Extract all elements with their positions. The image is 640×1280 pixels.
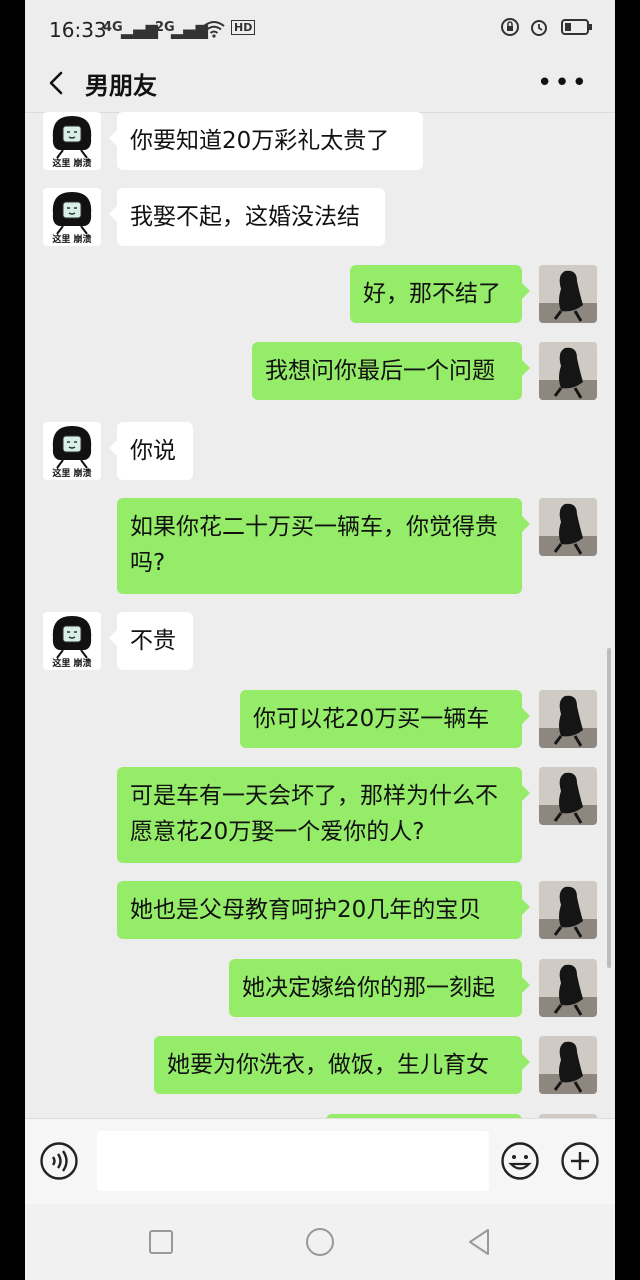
chat-title: 男朋友	[85, 72, 157, 100]
back-arrow-icon[interactable]	[39, 66, 73, 100]
alarm-icon	[531, 20, 548, 36]
status-bar: 16:33 4G ▂▄▆ 2G ▂▄▆ HD	[25, 0, 615, 58]
girl-silhouette-avatar-icon	[539, 881, 597, 939]
chat-header: 男朋友 •••	[25, 58, 615, 113]
message-input[interactable]	[97, 1131, 489, 1191]
message-list[interactable]: 这里 崩溃 你要知道20万彩礼太贵了 这里 崩溃 我娶不起，这婚没法结 好，那不结了 我想…	[25, 112, 615, 1118]
battery-icon	[561, 19, 592, 35]
self-avatar[interactable]	[539, 690, 597, 748]
status-right-icons	[500, 16, 593, 37]
voice-icon[interactable]	[39, 1141, 79, 1181]
outgoing-message-bubble[interactable]: 她也是父母教育呵护20几年的宝贝	[117, 881, 530, 939]
emoji-icon[interactable]	[500, 1141, 540, 1181]
outgoing-message-bubble[interactable]: 如果你花二十万买一辆车，你觉得贵 吗?	[117, 498, 530, 594]
self-avatar[interactable]	[539, 959, 597, 1017]
signal-4g-label: 4G	[103, 20, 123, 35]
self-avatar[interactable]	[539, 265, 597, 323]
avatar-caption: 这里 崩溃	[52, 659, 92, 669]
contact-avatar[interactable]: 这里 崩溃	[43, 612, 101, 670]
avatar-caption: 这里 崩溃	[52, 159, 92, 169]
signal-bars-icon: ▂▄▆	[121, 20, 158, 39]
contact-avatar[interactable]: 这里 崩溃	[43, 422, 101, 480]
self-avatar[interactable]	[539, 881, 597, 939]
phone-screen: 16:33 4G ▂▄▆ 2G ▂▄▆ HD 男朋友 ••• 这里 崩溃 你要知…	[25, 0, 615, 1280]
status-time: 16:33	[49, 18, 107, 42]
girl-silhouette-avatar-icon	[539, 767, 597, 825]
input-bar	[25, 1118, 615, 1205]
contact-avatar[interactable]: 这里 崩溃	[43, 188, 101, 246]
self-avatar[interactable]	[539, 1036, 597, 1094]
incoming-message-bubble[interactable]: 我娶不起，这婚没法结	[109, 188, 385, 246]
home-icon[interactable]	[302, 1224, 338, 1260]
lock-rotation-icon	[500, 18, 519, 36]
girl-silhouette-avatar-icon	[539, 498, 597, 556]
hd-badge: HD	[231, 20, 256, 35]
girl-silhouette-avatar-icon	[539, 342, 597, 400]
outgoing-message-bubble[interactable]: 她要为你洗衣，做饭，生儿育女	[154, 1036, 530, 1094]
outgoing-message-bubble[interactable]: 她决定嫁给你的那一刻起	[229, 959, 530, 1017]
scrollbar[interactable]	[607, 648, 611, 968]
system-navigation-bar	[25, 1204, 615, 1280]
nav-back-icon[interactable]	[461, 1224, 497, 1260]
outgoing-message-bubble[interactable]: 好，那不结了	[350, 265, 530, 323]
self-avatar[interactable]	[539, 767, 597, 825]
incoming-message-bubble[interactable]: 不贵	[109, 612, 193, 670]
more-icon[interactable]: •••	[537, 68, 589, 98]
wifi-icon	[203, 21, 225, 38]
outgoing-message-bubble[interactable]: 你可以花20万买一辆车	[240, 690, 530, 748]
girl-silhouette-avatar-icon	[539, 265, 597, 323]
girl-silhouette-avatar-icon	[539, 1036, 597, 1094]
incoming-message-bubble[interactable]: 你说	[109, 422, 193, 480]
avatar-caption: 这里 崩溃	[52, 235, 92, 245]
outgoing-message-bubble[interactable]: 可是车有一天会坏了，那样为什么不 愿意花20万娶一个爱你的人?	[117, 767, 530, 863]
girl-silhouette-avatar-icon	[539, 959, 597, 1017]
incoming-message-bubble[interactable]: 你要知道20万彩礼太贵了	[109, 112, 423, 170]
avatar-caption: 这里 崩溃	[52, 469, 92, 479]
self-avatar[interactable]	[539, 342, 597, 400]
girl-silhouette-avatar-icon	[539, 690, 597, 748]
plus-icon[interactable]	[560, 1141, 600, 1181]
self-avatar[interactable]	[539, 498, 597, 556]
recents-icon[interactable]	[143, 1224, 179, 1260]
outgoing-message-bubble[interactable]: 我想问你最后一个问题	[252, 342, 530, 400]
contact-avatar[interactable]: 这里 崩溃	[43, 112, 101, 170]
